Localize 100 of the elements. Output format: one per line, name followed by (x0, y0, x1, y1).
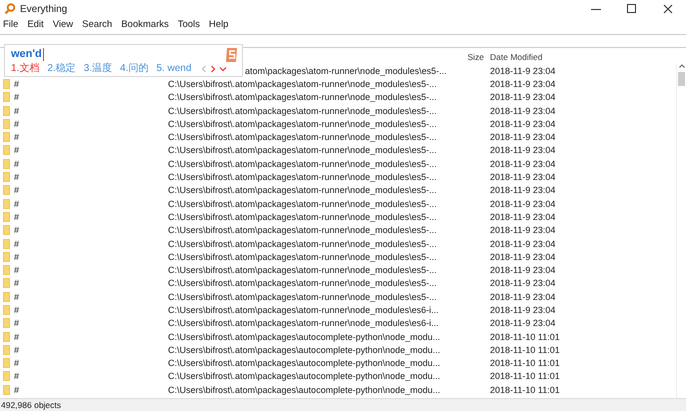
date-modified: 2018-11-10 11:01 (489, 344, 561, 356)
file-path: C:\Users\bifrost\.atom\packages\atom-runner\node_modules\es5-... (167, 277, 437, 290)
folder-icon (3, 238, 10, 248)
file-name: # (14, 224, 20, 236)
date-modified: 2018-11-9 23:04 (489, 131, 556, 144)
file-name: # (14, 370, 20, 382)
file-name: # (14, 238, 20, 250)
file-path: C:\Users\bifrost\.atom\packages\atom-runner\node_modules\es5-... (167, 210, 437, 223)
file-path: atom\packages\atom-runner\node_modules\es5-... (245, 64, 447, 77)
date-modified: 2018-11-9 23:04 (489, 304, 556, 316)
file-path: C:\Users\bifrost\.atom\packages\atom-runner\node_modules\es5-... (167, 250, 437, 263)
file-path: C:\Users\bifrost\.atom\packages\atom-runner\node_modules\es5-... (167, 118, 437, 130)
expand-icon[interactable] (219, 65, 228, 73)
folder-icon (3, 292, 10, 302)
menu-item[interactable]: File (3, 19, 18, 30)
date-modified: 2018-11-9 23:04 (489, 171, 556, 184)
date-modified: 2018-11-9 23:04 (489, 224, 556, 236)
folder-icon (3, 145, 10, 156)
folder-icon (3, 78, 10, 89)
next-page-icon[interactable] (210, 65, 216, 73)
date-modified: 2018-11-9 23:04 (489, 118, 556, 130)
menu-item[interactable]: Bookmarks (121, 19, 169, 30)
file-name: # (14, 277, 20, 290)
file-path: C:\Users\bifrost\.atom\packages\atom-runner\node_modules\es5-... (167, 91, 437, 104)
file-name: # (14, 210, 20, 223)
file-name: # (14, 384, 20, 396)
file-name: # (14, 330, 20, 343)
file-path: C:\Users\bifrost\.atom\packages\atom-runner\node_modules\es5-... (167, 144, 437, 156)
file-name: # (14, 118, 20, 130)
date-modified: 2018-11-9 23:04 (489, 290, 556, 303)
magnifier-app-icon (4, 3, 15, 15)
folder-icon (3, 332, 10, 342)
folder-icon (3, 304, 10, 315)
date-modified: 2018-11-10 11:01 (489, 357, 561, 370)
file-path: C:\Users\bifrost\.atom\packages\atom-runner\node_modules\es5-... (167, 238, 437, 250)
file-path: C:\Users\bifrost\.atom\packages\atom-runner\node_modules\es5-... (167, 224, 437, 236)
file-name: # (14, 184, 20, 196)
scroll-up-icon[interactable] (678, 64, 684, 68)
file-path: C:\Users\bifrost\.atom\packages\atom-runner\node_modules\es5-... (167, 290, 437, 303)
file-name: # (14, 357, 20, 370)
date-modified: 2018-11-9 23:04 (489, 91, 556, 104)
column-header[interactable]: Date Modified (488, 52, 677, 62)
file-path: C:\Users\bifrost\.atom\packages\atom-runner\node_modules\es5-... (167, 264, 437, 276)
folder-icon (3, 106, 10, 116)
folder-icon (3, 358, 10, 368)
file-name: # (14, 344, 20, 356)
menu-item[interactable]: Help (208, 19, 228, 30)
date-modified: 2018-11-9 23:04 (489, 184, 556, 196)
close-icon[interactable] (663, 4, 673, 14)
date-modified: 2018-11-9 23:04 (489, 317, 556, 330)
date-modified: 2018-11-10 11:01 (489, 370, 561, 382)
file-name: # (14, 317, 20, 330)
file-name: # (14, 78, 20, 90)
file-name: # (14, 264, 20, 276)
date-modified: 2018-11-10 11:01 (489, 330, 561, 343)
date-modified: 2018-11-9 23:04 (489, 198, 556, 210)
file-name: # (14, 290, 20, 303)
scrollbar-thumb[interactable] (678, 72, 685, 86)
file-name: # (14, 250, 20, 263)
menu-item[interactable]: Search (82, 19, 112, 30)
folder-icon (3, 92, 10, 102)
folder-icon (3, 158, 10, 169)
date-modified: 2018-11-9 23:04 (489, 144, 556, 156)
date-modified: 2018-11-10 11:01 (489, 384, 561, 396)
menu-item[interactable]: Tools (178, 19, 200, 30)
folder-icon (3, 118, 10, 129)
folder-icon (3, 172, 10, 182)
s-logo-icon (225, 47, 239, 63)
folder-icon (3, 198, 10, 209)
maximize-icon[interactable] (627, 4, 637, 14)
menu-item[interactable]: Edit (27, 19, 44, 30)
file-path: C:\Users\bifrost\.atom\packages\atom-runner\node_modules\es5-... (167, 104, 437, 117)
file-path: C:\Users\bifrost\.atom\packages\atom-runner\node_modules\es5-... (167, 198, 437, 210)
composition-text: wen'd (11, 48, 44, 61)
folder-icon (3, 185, 10, 196)
folder-icon (3, 265, 10, 276)
file-name: # (14, 171, 20, 184)
folder-icon (3, 225, 10, 236)
menu-item[interactable]: View (52, 19, 74, 30)
date-modified: 2018-11-9 23:04 (489, 64, 556, 77)
file-name: # (14, 91, 20, 104)
file-path: C:\Users\bifrost\.atom\packages\atom-runner\node_modules\es5-... (167, 184, 437, 196)
date-modified: 2018-11-9 23:04 (489, 158, 556, 170)
file-path: C:\Users\bifrost\.atom\packages\autocomplete-python\node_modu... (167, 357, 440, 370)
file-path: C:\Users\bifrost\.atom\packages\atom-runner\node_modules\es5-... (167, 131, 437, 144)
file-path: C:\Users\bifrost\.atom\packages\autocomplete-python\node_modu... (167, 370, 440, 382)
file-name: # (14, 304, 20, 316)
window-title: Everything (20, 4, 68, 14)
folder-icon (3, 384, 10, 395)
file-name: # (14, 104, 20, 117)
scrollbar[interactable] (676, 64, 686, 398)
folder-icon (3, 278, 10, 288)
file-path: C:\Users\bifrost\.atom\packages\atom-runner\node_modules\es6-i... (167, 304, 439, 316)
file-path: C:\Users\bifrost\.atom\packages\atom-runner\node_modules\es5-... (167, 158, 437, 170)
file-name: # (14, 144, 20, 156)
date-modified: 2018-11-9 23:04 (489, 238, 556, 250)
file-path: C:\Users\bifrost\.atom\packages\atom-runner\node_modules\es6-i... (167, 317, 439, 330)
date-modified: 2018-11-9 23:04 (489, 104, 556, 117)
column-header[interactable]: Size (440, 52, 488, 62)
candidate-word[interactable]: 1.文档 (11, 63, 40, 75)
